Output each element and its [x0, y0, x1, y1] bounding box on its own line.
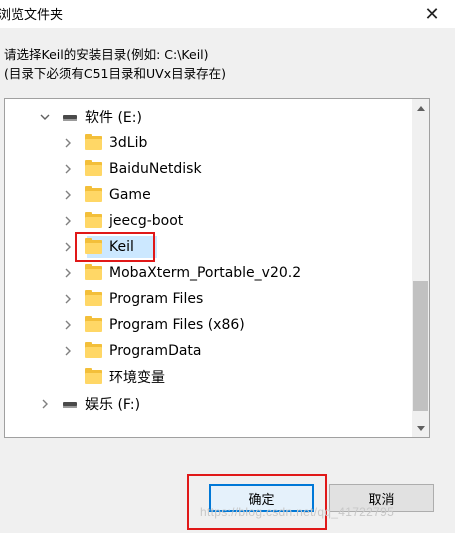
chevron-down-icon[interactable] [39, 111, 51, 123]
folder-icon [85, 368, 102, 384]
folder-icon [85, 160, 102, 176]
tree-item-drive-f[interactable]: 娱乐 (F:) [5, 391, 410, 417]
folder-tree[interactable]: 软件 (E:) 3dLib BaiduNetdisk Game jeecg-bo… [4, 98, 430, 438]
tree-item-label: 软件 (E:) [85, 110, 142, 126]
caret-down-icon [416, 425, 425, 431]
chevron-right-icon[interactable] [62, 241, 74, 253]
tree-item-label: ProgramData [109, 343, 202, 359]
folder-icon [85, 290, 102, 306]
tree-item-folder-selected[interactable]: Keil [5, 234, 410, 260]
tree-item-folder[interactable]: 环境变量 [5, 364, 410, 390]
close-icon: ✕ [424, 3, 440, 25]
chevron-right-icon[interactable] [62, 319, 74, 331]
vertical-scrollbar[interactable] [412, 99, 429, 437]
tree-item-folder[interactable]: 3dLib [5, 130, 410, 156]
folder-icon [85, 316, 102, 332]
tree-item-label: Program Files (x86) [109, 317, 245, 333]
tree-item-drive-e[interactable]: 软件 (E:) [5, 104, 410, 130]
drive-icon [63, 115, 77, 121]
tree-item-label: Keil [109, 239, 134, 255]
scroll-down-button[interactable] [412, 420, 429, 437]
chevron-right-icon[interactable] [62, 137, 74, 149]
chevron-right-icon[interactable] [39, 398, 51, 410]
instruction-line-1: 请选择Keil的安装目录(例如: C:\Keil) [4, 47, 209, 62]
tree-item-label: 环境变量 [109, 370, 165, 386]
chevron-right-icon[interactable] [62, 189, 74, 201]
tree-item-label: 娱乐 (F:) [85, 397, 141, 413]
folder-icon [85, 342, 102, 358]
tree-item-folder[interactable]: Game [5, 182, 410, 208]
tree-item-folder[interactable]: MobaXterm_Portable_v20.2 [5, 260, 410, 286]
tree-item-folder[interactable]: Program Files [5, 286, 410, 312]
tree-item-folder[interactable]: ProgramData [5, 338, 410, 364]
folder-icon [85, 134, 102, 150]
chevron-right-icon[interactable] [62, 345, 74, 357]
tree-item-folder[interactable]: Program Files (x86) [5, 312, 410, 338]
window-title: 浏览文件夹 [0, 8, 64, 23]
tree-item-label: BaiduNetdisk [109, 161, 202, 177]
tree-item-label: Program Files [109, 291, 204, 307]
tree-item-label: Game [109, 187, 151, 203]
tree-item-label: 3dLib [109, 135, 148, 151]
instruction-line-2: (目录下必须有C51目录和UVx目录存在) [4, 66, 226, 81]
caret-up-icon [416, 105, 425, 111]
chevron-right-icon[interactable] [62, 267, 74, 279]
instructions-text: 请选择Keil的安装目录(例如: C:\Keil) (目录下必须有C51目录和U… [4, 45, 226, 83]
folder-icon [85, 238, 102, 254]
chevron-right-icon[interactable] [62, 293, 74, 305]
scroll-thumb[interactable] [413, 281, 428, 411]
tree-item-label: jeecg-boot [109, 213, 184, 229]
chevron-right-icon[interactable] [62, 163, 74, 175]
folder-icon [85, 264, 102, 280]
tree-item-folder[interactable]: jeecg-boot [5, 208, 410, 234]
close-button[interactable]: ✕ [409, 0, 455, 28]
watermark: https://blog.csdn.net/qq_41722795 [200, 505, 395, 519]
folder-icon [85, 186, 102, 202]
scroll-up-button[interactable] [412, 99, 429, 116]
folder-icon [85, 212, 102, 228]
drive-icon [63, 402, 77, 408]
chevron-right-icon[interactable] [62, 215, 74, 227]
tree-item-folder[interactable]: BaiduNetdisk [5, 156, 410, 182]
title-bar: 浏览文件夹 ✕ [0, 0, 455, 28]
tree-item-label: MobaXterm_Portable_v20.2 [109, 265, 302, 281]
